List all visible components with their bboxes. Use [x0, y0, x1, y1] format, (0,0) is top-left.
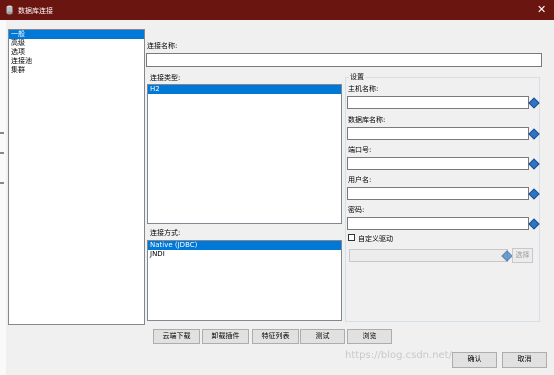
cancel-button[interactable]: 取消 — [502, 352, 547, 368]
connection-type-label: 连接类型: — [150, 74, 181, 82]
settings-group-label: 设置 — [349, 72, 365, 82]
database-name-label: 数据库名称: — [348, 116, 386, 124]
nav-item[interactable]: 一般 — [9, 30, 144, 39]
close-icon[interactable]: ✕ — [537, 3, 546, 16]
connection-type-item-h2[interactable]: H2 — [148, 85, 341, 94]
nav-item[interactable]: 选项 — [9, 48, 144, 57]
password-input[interactable] — [347, 217, 529, 230]
test-button[interactable]: 测试 — [300, 329, 345, 344]
custom-driver-label: 自定义驱动 — [358, 235, 393, 243]
connection-name-input[interactable] — [146, 53, 542, 67]
background-window-edge — [0, 20, 6, 375]
database-name-input[interactable] — [347, 127, 529, 140]
connection-name-label: 连接名称: — [147, 42, 178, 50]
browse-button[interactable]: 浏览 — [347, 329, 392, 344]
driver-path-input[interactable] — [349, 249, 508, 262]
uninstall-plugin-button[interactable]: 卸载插件 — [202, 329, 249, 344]
access-method-item-jndi[interactable]: JNDI — [148, 250, 341, 259]
access-method-item-native[interactable]: Native (JDBC) — [148, 241, 341, 250]
ok-button[interactable]: 确认 — [452, 352, 497, 368]
choose-driver-button[interactable]: 选择 — [512, 248, 533, 263]
cloud-download-button[interactable]: 云端下载 — [153, 329, 200, 344]
nav-item[interactable]: 连接池 — [9, 57, 144, 66]
port-input[interactable] — [347, 157, 529, 170]
settings-nav-list[interactable]: 一般 高级 选项 连接池 集群 — [8, 29, 145, 325]
access-method-list[interactable]: Native (JDBC) JNDI — [147, 240, 342, 321]
password-label: 密码: — [348, 206, 365, 214]
port-label: 端口号: — [348, 146, 372, 154]
database-icon — [6, 5, 13, 15]
host-input[interactable] — [347, 96, 529, 109]
custom-driver-checkbox[interactable] — [348, 234, 355, 241]
host-label: 主机名称: — [348, 85, 379, 93]
title-bar: 数据库连接 ✕ — [0, 0, 554, 20]
feature-list-button[interactable]: 特征列表 — [252, 329, 299, 344]
username-input[interactable] — [347, 187, 529, 200]
nav-item[interactable]: 集群 — [9, 66, 144, 75]
connection-type-list[interactable]: H2 — [147, 84, 342, 224]
nav-item[interactable]: 高级 — [9, 39, 144, 48]
window-title: 数据库连接 — [18, 7, 53, 15]
username-label: 用户名: — [348, 176, 372, 184]
access-method-label: 连接方式: — [150, 229, 181, 237]
